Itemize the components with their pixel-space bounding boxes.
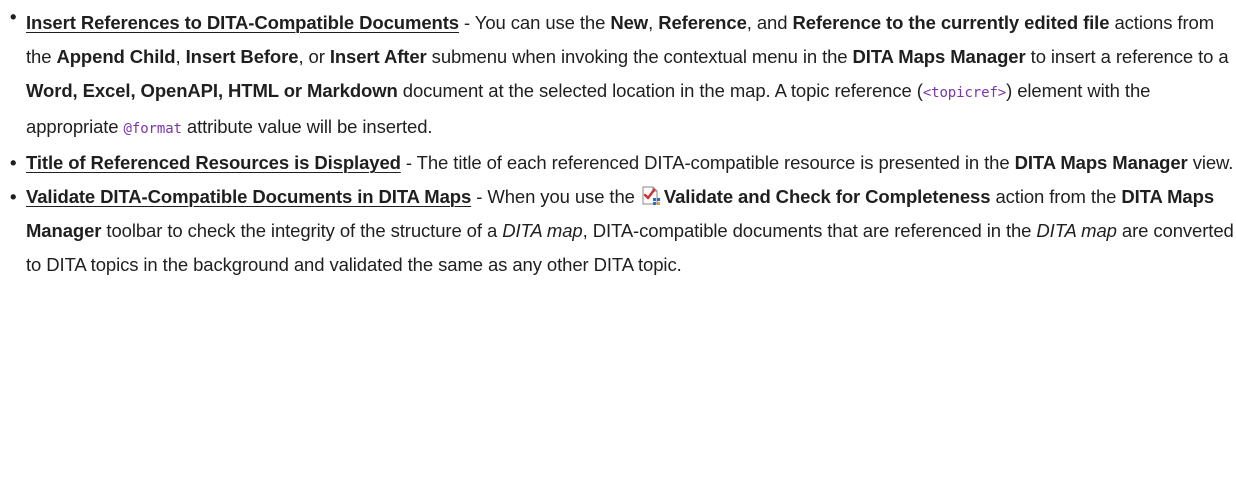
bullet: • <box>10 152 17 173</box>
list-item-insert-references: • Insert References to DITA-Compatible D… <box>10 0 1236 146</box>
bullet: • <box>10 6 17 27</box>
format-attribute-code: @format <box>123 121 182 137</box>
link-insert-references[interactable]: Insert References to DITA-Compatible Doc… <box>26 12 459 33</box>
feature-list: • Insert References to DITA-Compatible D… <box>0 0 1236 282</box>
link-validate-documents[interactable]: Validate DITA-Compatible Documents in DI… <box>26 186 471 207</box>
link-title-displayed[interactable]: Title of Referenced Resources is Display… <box>26 152 401 173</box>
topicref-code: <topicref> <box>922 85 1007 101</box>
validate-check-icon <box>642 186 660 205</box>
list-item-title-displayed: • Title of Referenced Resources is Displ… <box>10 146 1236 180</box>
list-item-validate-documents: • Validate DITA-Compatible Documents in … <box>10 180 1236 282</box>
bullet: • <box>10 186 17 207</box>
